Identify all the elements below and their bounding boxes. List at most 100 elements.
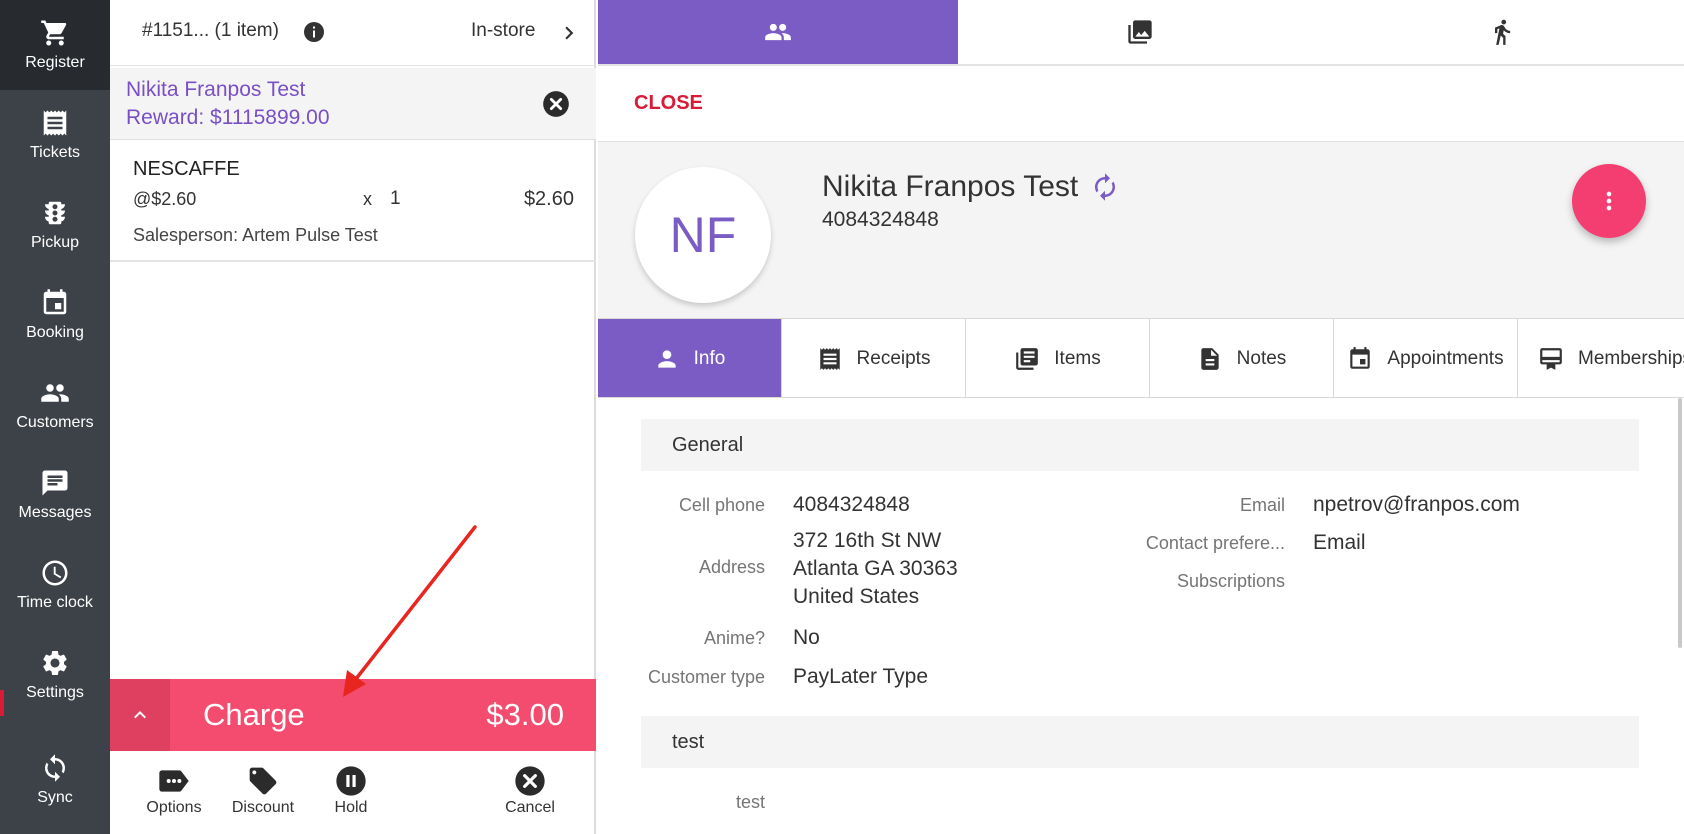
customer-phone: 4084324848	[822, 208, 939, 231]
nav-label: Register	[25, 54, 85, 71]
options-button[interactable]: Options	[129, 765, 219, 825]
cell-phone-label: Cell phone	[678, 495, 765, 515]
nav-label: Sync	[37, 789, 73, 806]
tab-customer-gallery[interactable]	[960, 0, 1320, 64]
content-scrollbar[interactable]	[1678, 398, 1682, 648]
tag-icon	[249, 767, 277, 795]
receipt-icon	[819, 348, 840, 370]
avatar: NF	[635, 167, 771, 303]
close-button[interactable]: CLOSE	[634, 92, 703, 115]
pause-icon	[336, 766, 366, 796]
contact-preference-value: Email	[1313, 531, 1366, 554]
ticket-panel: #1151... (1 item) In-store Nikita Franpo…	[110, 0, 596, 834]
tab-label: Notes	[1236, 348, 1287, 369]
refresh-icon[interactable]	[1090, 172, 1120, 202]
customer-detail-tabs: Info Receipts Items Notes Appointments M…	[598, 318, 1684, 398]
order-mode[interactable]: In-store	[471, 20, 535, 42]
tab-appointments[interactable]: Appointments	[1334, 319, 1518, 397]
nav-label: Settings	[26, 684, 84, 701]
chevron-right-icon[interactable]	[556, 20, 582, 46]
library-icon	[1016, 348, 1039, 370]
address-line2: Atlanta GA 30363	[793, 557, 958, 580]
nav-item-pickup[interactable]: Pickup	[0, 180, 110, 270]
nav-item-settings[interactable]: Settings	[0, 630, 110, 720]
person-icon	[657, 350, 676, 368]
email-label: Email	[1239, 495, 1285, 515]
tab-label: Items	[1054, 348, 1101, 369]
options-label: Options	[146, 799, 202, 816]
expand-totals-button[interactable]	[110, 679, 170, 751]
calendar-icon	[1350, 347, 1371, 369]
cancel-button[interactable]: Cancel	[485, 765, 575, 825]
tab-label: Info	[693, 348, 726, 369]
tab-receipts[interactable]: Receipts	[782, 319, 966, 397]
anime-label: Anime?	[703, 628, 765, 648]
options-icon	[159, 770, 189, 792]
remove-customer-icon[interactable]	[542, 90, 570, 118]
section-title: test	[672, 731, 705, 753]
tab-customer-profile[interactable]	[598, 0, 958, 64]
chevron-up-icon	[134, 711, 146, 719]
note-icon	[1201, 348, 1219, 370]
tab-label: Memberships	[1578, 348, 1684, 369]
customer-reward-banner[interactable]: Nikita Franpos Test Reward: $1115899.00	[110, 68, 596, 140]
discount-label: Discount	[231, 799, 295, 816]
section-test-header: test	[641, 716, 1639, 768]
reward-customer-name: Nikita Franpos Test	[126, 78, 306, 101]
hold-button[interactable]: Hold	[306, 765, 396, 825]
gear-icon	[43, 650, 67, 675]
nav-item-booking[interactable]: Booking	[0, 270, 110, 360]
tab-info[interactable]: Info	[598, 319, 782, 397]
nav-label: Time clock	[17, 594, 93, 611]
people-icon	[41, 384, 69, 402]
tab-label: Appointments	[1387, 348, 1504, 369]
address-line1: 372 16th St NW	[793, 529, 942, 552]
charge-label: Charge	[203, 697, 305, 732]
customer-info-content: General Cell phone 4084324848 Address 37…	[598, 398, 1684, 834]
ticket-header: #1151... (1 item) In-store	[110, 0, 596, 66]
cell-phone-value: 4084324848	[793, 493, 910, 516]
side-navigation: Register Tickets Pickup Booking Customer…	[0, 0, 110, 834]
nav-item-register[interactable]: Register	[0, 0, 110, 90]
nav-item-sync[interactable]: Sync	[0, 740, 110, 820]
traffic-light-icon	[45, 201, 65, 225]
reward-amount: Reward: $1115899.00	[126, 106, 330, 129]
clock-icon	[42, 560, 68, 586]
nav-label: Pickup	[30, 234, 80, 251]
nav-item-tickets[interactable]: Tickets	[0, 90, 110, 180]
item-name: NESCAFFE	[133, 158, 240, 180]
item-salesperson: Salesperson: Artem Pulse Test	[133, 225, 378, 245]
ticket-line-item[interactable]: NESCAFFE @$2.60 x 1 $2.60 Salesperson: A…	[110, 142, 596, 262]
test-field-label: test	[735, 792, 765, 812]
nav-label: Booking	[26, 324, 84, 341]
nav-item-messages[interactable]: Messages	[0, 450, 110, 540]
info-icon[interactable]	[302, 20, 326, 44]
section-general-header: General	[641, 419, 1639, 471]
photo-icon	[1128, 20, 1152, 44]
item-unit-price: @$2.60	[133, 189, 197, 209]
charge-button[interactable]: Charge $3.00	[110, 679, 596, 751]
sync-icon	[45, 754, 65, 782]
cancel-icon	[515, 766, 545, 796]
nav-label: Customers	[16, 414, 94, 431]
nav-label: Messages	[18, 504, 92, 521]
tab-memberships[interactable]: Memberships	[1518, 319, 1684, 397]
ticket-number: #1151... (1 item)	[142, 20, 279, 41]
cancel-label: Cancel	[505, 799, 555, 816]
item-total: $2.60	[523, 188, 574, 210]
address-line3: United States	[793, 585, 920, 608]
tab-customer-walkin[interactable]	[1322, 0, 1682, 64]
customer-type-label: Customer type	[647, 667, 765, 687]
tab-items[interactable]: Items	[966, 319, 1150, 397]
nav-item-time-clock[interactable]: Time clock	[0, 540, 110, 630]
nav-item-customers[interactable]: Customers	[0, 360, 110, 450]
discount-button[interactable]: Discount	[218, 765, 308, 825]
tab-notes[interactable]: Notes	[1150, 319, 1334, 397]
membership-icon	[1540, 348, 1562, 370]
charge-amount: $3.00	[486, 697, 564, 732]
more-actions-button[interactable]	[1572, 164, 1646, 238]
more-vertical-icon	[1606, 191, 1612, 211]
customer-type-value: PayLater Type	[793, 665, 929, 688]
contact-preference-label: Contact prefere...	[1145, 533, 1285, 553]
subscriptions-label: Subscriptions	[1176, 571, 1285, 591]
